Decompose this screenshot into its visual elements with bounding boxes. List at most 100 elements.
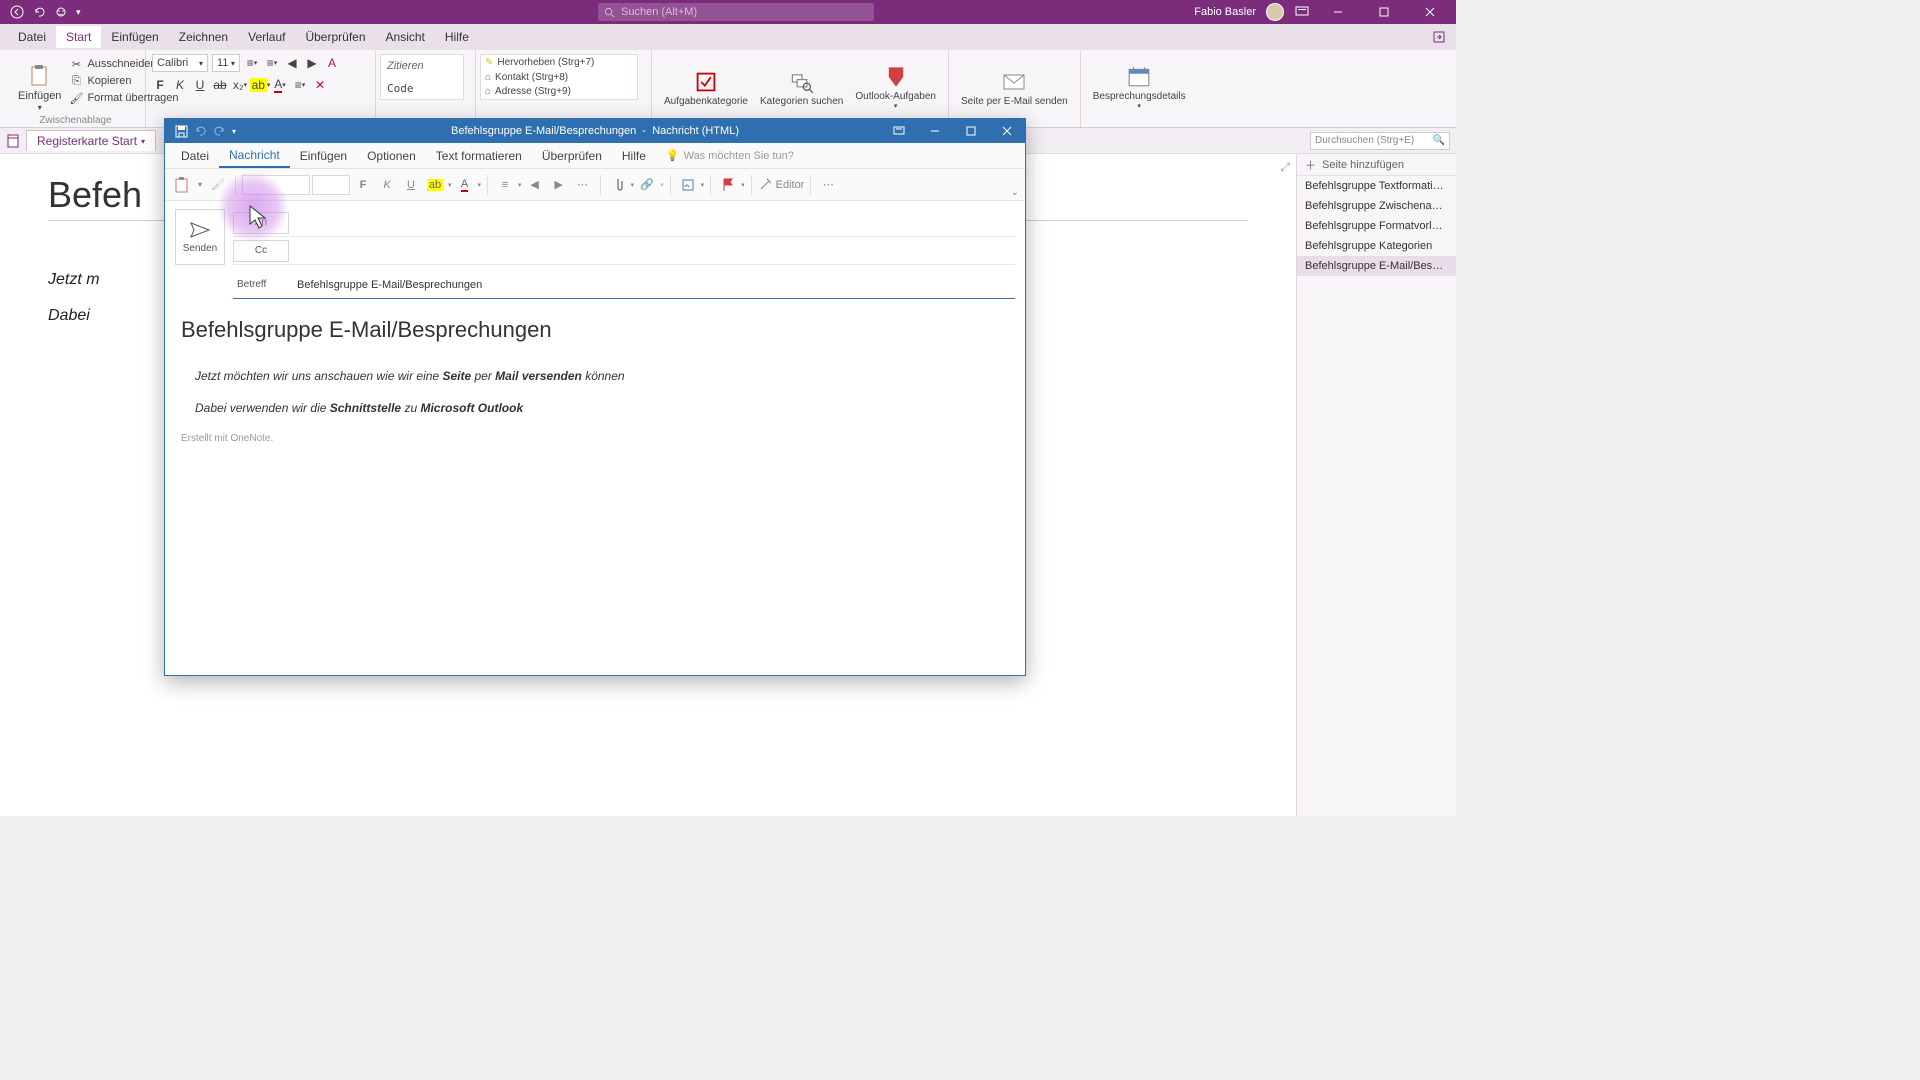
italic-button[interactable]: K xyxy=(172,76,188,94)
ol-menu-nachricht[interactable]: Nachricht xyxy=(219,144,290,168)
ol-menu-einfuegen[interactable]: Einfügen xyxy=(290,145,357,167)
close-button[interactable] xyxy=(989,119,1025,143)
highlight-button[interactable]: ab▾ xyxy=(252,76,268,94)
numbering-button[interactable]: ≡▾ xyxy=(264,54,280,72)
send-button[interactable]: Senden xyxy=(175,209,225,265)
find-categories-button[interactable]: Kategorien suchen xyxy=(754,54,849,123)
erase-button[interactable]: ✕ xyxy=(312,76,328,94)
menu-einfuegen[interactable]: Einfügen xyxy=(101,26,168,48)
paste-dropdown[interactable]: ▾ xyxy=(195,174,205,196)
tag-contact[interactable]: ⌂Kontakt (Strg+8) xyxy=(481,70,637,85)
tell-me-input[interactable]: 💡Was möchten Sie tun? xyxy=(666,149,794,162)
underline-button[interactable]: U xyxy=(192,76,208,94)
paste-button[interactable] xyxy=(171,174,193,196)
save-icon[interactable] xyxy=(175,125,188,138)
page-list-item[interactable]: Befehlsgruppe E-Mail/Besprechu xyxy=(1297,256,1456,276)
undo-icon[interactable] xyxy=(194,125,207,138)
nav-back-icon[interactable] xyxy=(10,5,24,19)
signature-button[interactable] xyxy=(677,174,699,196)
minimize-button[interactable] xyxy=(1320,0,1356,24)
menu-hilfe[interactable]: Hilfe xyxy=(435,26,479,48)
outlook-tasks-button[interactable]: Outlook-Aufgaben▾ xyxy=(849,54,942,123)
ol-menu-text[interactable]: Text formatieren xyxy=(426,145,532,167)
align-button[interactable]: ≡▾ xyxy=(292,76,308,94)
qat-more-icon[interactable]: ▾ xyxy=(76,7,81,18)
page-list-item[interactable]: Befehlsgruppe Kategorien xyxy=(1297,236,1456,256)
user-name[interactable]: Fabio Basler xyxy=(1194,6,1256,18)
indent-button[interactable]: ▶ xyxy=(304,54,320,72)
maximize-button[interactable] xyxy=(953,119,989,143)
notebook-icon[interactable] xyxy=(6,134,20,148)
format-painter-icon[interactable]: 🖌 xyxy=(207,174,229,196)
subject-input[interactable]: Befehlsgruppe E-Mail/Besprechungen xyxy=(297,277,1015,293)
page-list-item[interactable]: Befehlsgruppe Zwischenablage xyxy=(1297,196,1456,216)
font-size-select[interactable]: 11▾ xyxy=(212,54,240,72)
editor-button[interactable]: Editor xyxy=(758,174,805,196)
page-list-item[interactable]: Befehlsgruppe Formatvorlagen xyxy=(1297,216,1456,236)
more-commands-button[interactable]: ⋯ xyxy=(817,174,839,196)
link-button[interactable]: 🔗 xyxy=(636,174,658,196)
bullets-button[interactable]: ≡▾ xyxy=(244,54,260,72)
redo-icon[interactable] xyxy=(213,125,226,138)
ol-menu-datei[interactable]: Datei xyxy=(171,145,219,167)
undo-icon[interactable] xyxy=(32,5,46,19)
font-name-input[interactable] xyxy=(242,175,310,195)
paste-button[interactable]: Einfügen ▾ xyxy=(12,54,67,123)
highlight-button[interactable]: ab xyxy=(424,174,446,196)
styles-gallery[interactable]: Zitieren Code xyxy=(380,54,464,100)
search-box[interactable]: Suchen (Alt+M) xyxy=(598,3,874,21)
indent-button[interactable]: ▶ xyxy=(548,174,570,196)
page-search-input[interactable]: Durchsuchen (Strg+E)🔍 xyxy=(1310,132,1450,150)
ol-menu-hilfe[interactable]: Hilfe xyxy=(612,145,656,167)
collapse-ribbon-icon[interactable]: ⌄ xyxy=(1011,187,1019,198)
ol-menu-optionen[interactable]: Optionen xyxy=(357,145,426,167)
menu-verlauf[interactable]: Verlauf xyxy=(238,26,295,48)
font-size-input[interactable] xyxy=(312,175,350,195)
tag-address[interactable]: ⌂Adresse (Strg+9) xyxy=(481,84,637,99)
menu-ueberpruefen[interactable]: Überprüfen xyxy=(295,26,375,48)
to-button[interactable]: An xyxy=(233,212,289,234)
outdent-button[interactable]: ◀ xyxy=(284,54,300,72)
share-button[interactable] xyxy=(1432,30,1456,44)
font-name-select[interactable]: Calibri▾ xyxy=(152,54,208,72)
tags-gallery[interactable]: ✎Hervorheben (Strg+7) ⌂Kontakt (Strg+8) … xyxy=(480,54,638,100)
outlook-message-body[interactable]: Befehlsgruppe E-Mail/Besprechungen Jetzt… xyxy=(165,299,1025,675)
more-format-button[interactable]: ⋯ xyxy=(572,174,594,196)
menu-ansicht[interactable]: Ansicht xyxy=(376,26,435,48)
subscript-button[interactable]: x₂▾ xyxy=(232,76,248,94)
font-color-button[interactable]: A▾ xyxy=(272,76,288,94)
bold-button[interactable]: F xyxy=(352,174,374,196)
flag-button[interactable] xyxy=(717,174,739,196)
attach-button[interactable] xyxy=(607,174,629,196)
email-page-button[interactable]: Seite per E-Mail senden xyxy=(955,54,1074,123)
add-page-button[interactable]: ＋Seite hinzufügen xyxy=(1297,154,1456,176)
ol-menu-ueberpruefen[interactable]: Überprüfen xyxy=(532,145,612,167)
outlook-titlebar[interactable]: ▾ Befehlsgruppe E-Mail/Besprechungen - N… xyxy=(165,119,1025,143)
font-color-button[interactable]: A xyxy=(454,174,476,196)
to-input[interactable] xyxy=(297,221,1015,225)
meeting-details-button[interactable]: Besprechungsdetails▾ xyxy=(1087,54,1192,123)
user-avatar[interactable] xyxy=(1266,3,1284,21)
expand-icon[interactable]: ⤢ xyxy=(1280,160,1290,175)
section-tab[interactable]: Registerkarte Start ▾ xyxy=(26,130,156,151)
underline-button[interactable]: U xyxy=(400,174,422,196)
bullets-button[interactable]: ≡ xyxy=(494,174,516,196)
minimize-button[interactable] xyxy=(917,119,953,143)
ribbon-display-icon[interactable] xyxy=(1294,4,1310,20)
menu-zeichnen[interactable]: Zeichnen xyxy=(169,26,238,48)
ribbon-options-icon[interactable] xyxy=(881,119,917,143)
close-button[interactable] xyxy=(1412,0,1448,24)
menu-start[interactable]: Start xyxy=(56,26,101,48)
clear-format-button[interactable]: A xyxy=(324,54,340,72)
qat-more-icon[interactable]: ▾ xyxy=(232,127,236,136)
menu-datei[interactable]: Datei xyxy=(8,26,56,48)
cc-button[interactable]: Cc xyxy=(233,240,289,262)
outdent-button[interactable]: ◀ xyxy=(524,174,546,196)
page-list-item[interactable]: Befehlsgruppe Textformatierung xyxy=(1297,176,1456,196)
touch-mode-icon[interactable] xyxy=(54,5,68,19)
tag-highlight[interactable]: ✎Hervorheben (Strg+7) xyxy=(481,55,637,70)
italic-button[interactable]: K xyxy=(376,174,398,196)
cc-input[interactable] xyxy=(297,249,1015,253)
bold-button[interactable]: F xyxy=(152,76,168,94)
task-category-button[interactable]: Aufgabenkategorie xyxy=(658,54,754,123)
